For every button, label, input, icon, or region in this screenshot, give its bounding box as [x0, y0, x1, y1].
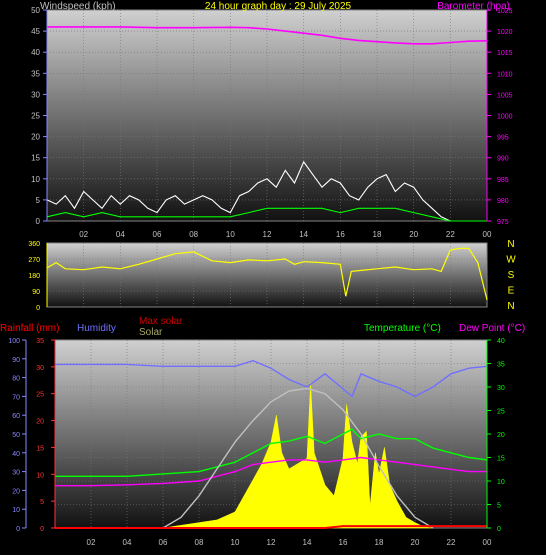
temp-x-tick-label: 08	[195, 538, 204, 547]
temp-x-tick-label: 02	[87, 538, 96, 547]
humidity-y-tick-label: 10	[12, 507, 20, 514]
direction-y-tick-label: 270	[28, 257, 40, 264]
wind-x-tick-label: 16	[336, 230, 345, 239]
barometer-y-tick-label: 980	[497, 198, 509, 205]
page-title: 24 hour graph day : 29 July 2025	[205, 1, 352, 12]
wind-y-tick-label: 15	[31, 154, 40, 163]
temp-x-tick-label: 00	[483, 538, 492, 547]
humidity-y-tick-label: 20	[12, 488, 20, 495]
temp-y-tick-label: 10	[497, 479, 505, 486]
humidity-y-tick-label: 90	[12, 357, 20, 364]
compass-letter: S	[508, 270, 515, 281]
compass-letter: E	[508, 286, 515, 297]
rain-y-tick-label: 0	[40, 526, 44, 533]
humidity-y-tick-label: 60	[12, 413, 20, 420]
wind-y-tick-label: 20	[31, 133, 40, 142]
wind-y-tick-label: 35	[31, 69, 40, 78]
wind-x-tick-label: 10	[226, 230, 235, 239]
legend-dew-point: Dew Point (°C)	[459, 323, 525, 334]
rain-y-tick-label: 20	[36, 419, 44, 426]
wind-x-tick-label: 00	[483, 230, 492, 239]
wind-x-tick-label: 22	[446, 230, 455, 239]
temp-x-tick-label: 16	[339, 538, 348, 547]
humidity-y-tick-label: 80	[12, 376, 20, 383]
compass-letter: W	[506, 255, 516, 266]
temp-y-tick-label: 30	[497, 385, 505, 392]
rain-y-tick-label: 5	[40, 499, 44, 506]
temp-y-tick-label: 25	[497, 409, 505, 416]
direction-y-tick-label: 0	[36, 305, 40, 312]
temp-y-tick-label: 0	[497, 526, 501, 533]
weather-graph: 0510152025303540455097598098599099510001…	[0, 1, 525, 547]
wind-y-tick-label: 25	[31, 112, 40, 121]
wind-x-tick-label: 08	[189, 230, 198, 239]
barometer-y-tick-label: 1020	[497, 29, 513, 36]
legend-max-solar: Max solar	[139, 316, 183, 327]
barometer-y-tick-label: 990	[497, 156, 509, 163]
wind-y-tick-label: 40	[31, 48, 40, 57]
humidity-y-tick-label: 50	[12, 432, 20, 439]
temp-x-tick-label: 18	[375, 538, 384, 547]
temp-y-tick-label: 20	[497, 432, 505, 439]
barometer-y-tick-label: 1010	[497, 71, 513, 78]
temp-x-tick-label: 14	[303, 538, 312, 547]
windspeed-axis-title: Windspeed (kph)	[40, 1, 116, 12]
temp-y-tick-label: 35	[497, 362, 505, 369]
humidity-y-tick-label: 70	[12, 394, 20, 401]
wind-x-tick-label: 20	[409, 230, 418, 239]
humidity-y-tick-label: 30	[12, 470, 20, 477]
legend-temperature: Temperature (°C)	[364, 323, 441, 334]
wind-y-tick-label: 0	[36, 217, 41, 226]
barometer-y-tick-label: 1005	[497, 92, 513, 99]
temp-x-tick-label: 04	[123, 538, 132, 547]
humidity-y-tick-label: 40	[12, 451, 20, 458]
compass-labels: NWSEN	[506, 239, 516, 312]
legend-humidity: Humidity	[77, 323, 116, 334]
rain-y-tick-label: 30	[36, 365, 44, 372]
barometer-axis-title: Barometer (hpa)	[437, 1, 510, 12]
legend-rainfall: Rainfall (mm)	[0, 323, 59, 334]
temp-y-tick-label: 40	[497, 338, 505, 345]
temp-x-tick-label: 12	[267, 538, 276, 547]
temp-x-tick-label: 20	[411, 538, 420, 547]
rain-y-tick-label: 10	[36, 472, 44, 479]
wind-x-tick-label: 12	[263, 230, 272, 239]
temp-x-tick-label: 22	[447, 538, 456, 547]
temp-x-tick-label: 10	[231, 538, 240, 547]
wind-x-tick-label: 18	[373, 230, 382, 239]
direction-y-tick-label: 180	[28, 273, 40, 280]
wind-x-tick-label: 06	[153, 230, 162, 239]
barometer-y-tick-label: 995	[497, 135, 509, 142]
barometer-y-tick-label: 985	[497, 177, 509, 184]
direction-y-tick-label: 360	[28, 241, 40, 248]
barometer-y-tick-label: 1000	[497, 114, 513, 121]
wind-x-tick-label: 14	[299, 230, 308, 239]
direction-y-tick-label: 90	[32, 289, 40, 296]
wind-x-tick-label: 02	[79, 230, 88, 239]
barometer-y-tick-label: 975	[497, 219, 509, 226]
wind-x-tick-label: 04	[116, 230, 125, 239]
wind-y-tick-label: 45	[31, 27, 40, 36]
rain-y-tick-label: 25	[36, 392, 44, 399]
temp-x-tick-label: 06	[159, 538, 168, 547]
barometer-y-tick-label: 1015	[497, 50, 513, 57]
temp-y-tick-label: 15	[497, 456, 505, 463]
humidity-y-tick-label: 0	[16, 526, 20, 533]
rain-y-tick-label: 35	[36, 338, 44, 345]
wind-y-tick-label: 5	[36, 196, 41, 205]
legend-solar: Solar	[139, 327, 163, 338]
compass-letter: N	[507, 301, 514, 312]
wind-y-tick-label: 30	[31, 90, 40, 99]
temp-y-tick-label: 5	[497, 503, 501, 510]
compass-letter: N	[507, 239, 514, 250]
wind-y-tick-label: 10	[31, 175, 40, 184]
rain-y-tick-label: 15	[36, 445, 44, 452]
humidity-y-tick-label: 100	[8, 338, 20, 345]
